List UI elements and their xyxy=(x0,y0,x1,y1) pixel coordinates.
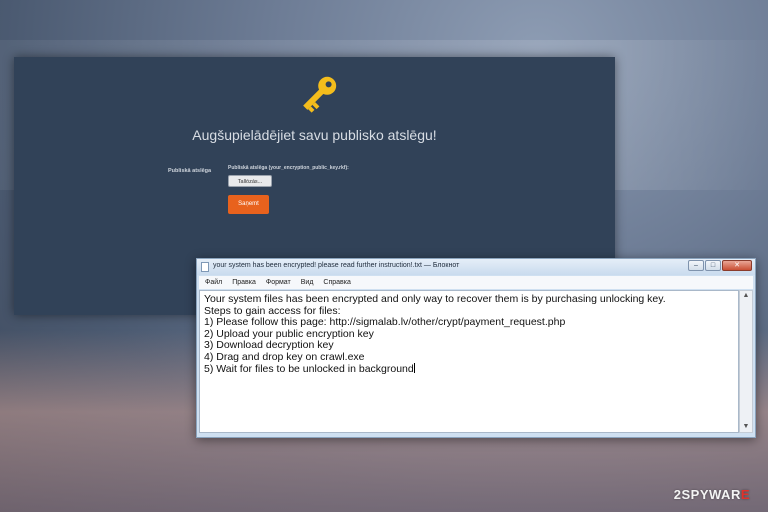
menu-bar: Файл Правка Формат Вид Справка xyxy=(199,276,753,289)
watermark-suffix: E xyxy=(740,487,750,502)
text-line-last-text: 5) Wait for files to be unlocked in back… xyxy=(204,363,414,375)
watermark-logo: 2SPYWARE xyxy=(674,487,750,502)
text-line: 4) Drag and drop key on crawl.exe xyxy=(204,350,365,363)
menu-view[interactable]: Вид xyxy=(301,279,314,286)
public-key-label: Publiskā atslēga xyxy=(168,168,212,174)
scroll-down-icon[interactable]: ▼ xyxy=(742,423,750,431)
text-line-last: 5) Wait for files to be unlocked in back… xyxy=(204,363,666,376)
text-line: 3) Download decryption key xyxy=(204,339,334,351)
public-key-hint: Publiskā atslēga (your_encryption_public… xyxy=(228,165,349,171)
page-title: Augšupielādējiet savu publisko atslēgu! xyxy=(192,127,437,143)
notepad-window: your system has been encrypted! please r… xyxy=(196,258,756,438)
text-caret xyxy=(413,363,415,373)
menu-format[interactable]: Формат xyxy=(266,279,291,286)
vertical-scrollbar[interactable]: ▲ ▼ xyxy=(739,290,753,433)
maximize-button[interactable]: □ xyxy=(705,260,721,271)
menu-edit[interactable]: Правка xyxy=(232,279,256,286)
minimize-button[interactable]: – xyxy=(688,260,704,271)
text-content: Your system files has been encrypted and… xyxy=(204,293,666,376)
title-bar[interactable]: your system has been encrypted! please r… xyxy=(197,259,755,275)
text-editor[interactable]: Your system files has been encrypted and… xyxy=(199,290,739,433)
close-button[interactable]: ✕ xyxy=(722,260,752,271)
text-line: Your system files has been encrypted and… xyxy=(204,293,666,305)
key-icon xyxy=(303,76,337,113)
watermark-middle: SPYWAR xyxy=(681,487,741,502)
window-title: your system has been encrypted! please r… xyxy=(213,262,460,269)
window-controls: – □ ✕ xyxy=(687,260,752,272)
scroll-up-icon[interactable]: ▲ xyxy=(742,292,750,300)
menu-help[interactable]: Справка xyxy=(323,279,350,286)
browse-button[interactable]: Tallózás... xyxy=(228,175,272,187)
text-line: 1) Please follow this page: http://sigma… xyxy=(204,316,566,328)
submit-button[interactable]: Saņemt xyxy=(228,195,269,214)
notepad-icon xyxy=(201,262,209,272)
menu-file[interactable]: Файл xyxy=(205,279,222,286)
